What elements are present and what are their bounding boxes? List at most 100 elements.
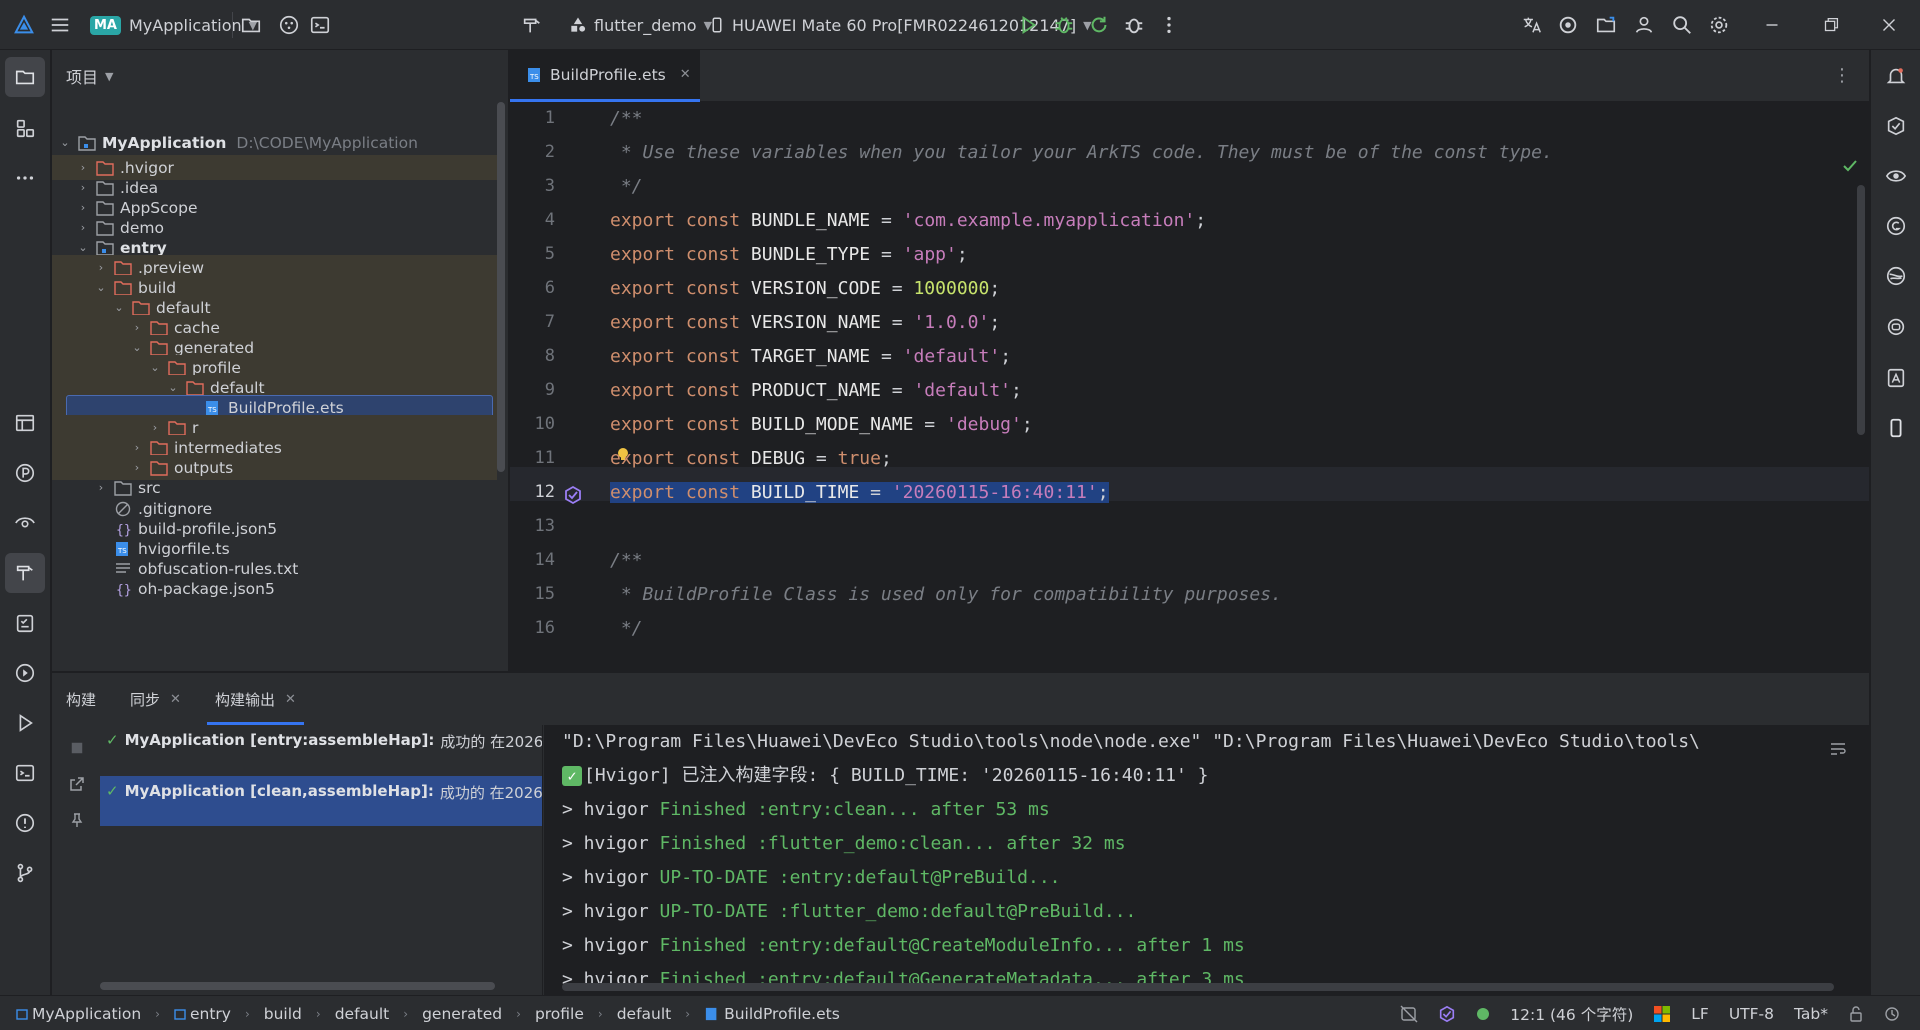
services-icon[interactable] <box>5 653 45 693</box>
breadcrumb-item[interactable]: profile <box>535 1005 584 1023</box>
run-config-select[interactable]: flutter_demo ▼ <box>568 0 712 50</box>
no-problems-check-icon[interactable] <box>1842 158 1858 174</box>
arkui-inspector-icon[interactable] <box>1876 106 1916 146</box>
task-list-hscrollbar[interactable] <box>100 982 495 990</box>
main-menu-icon[interactable] <box>46 11 74 39</box>
tree-item[interactable]: {} oh-package.json5 <box>52 576 497 601</box>
run-panel-icon[interactable] <box>5 703 45 743</box>
more-vertical-icon[interactable]: ⋮ <box>1833 65 1851 86</box>
arkts-status-icon[interactable] <box>1438 1005 1456 1023</box>
gear-icon[interactable] <box>1705 11 1733 39</box>
breadcrumb-item[interactable]: generated <box>422 1005 502 1023</box>
editor-scrollbar[interactable] <box>1857 185 1865 435</box>
tab-build[interactable]: 构建 <box>66 673 96 725</box>
tab-build-output[interactable]: 构建输出 ✕ <box>206 673 304 725</box>
close-tab-icon[interactable]: ✕ <box>680 67 691 82</box>
gradle-icon[interactable] <box>1876 206 1916 246</box>
cursor-position[interactable]: 12:1 (46 个字符) <box>1510 1003 1633 1025</box>
file-encoding[interactable]: UTF-8 <box>1729 1005 1774 1023</box>
terminal-icon[interactable] <box>306 11 334 39</box>
settings-widget-icon[interactable] <box>1884 1006 1900 1022</box>
chevron-right-icon[interactable]: › <box>130 461 144 474</box>
tree-root[interactable]: ⌄ MyApplication D:\CODE\MyApplication <box>52 130 497 155</box>
power-save-icon[interactable] <box>1400 1005 1418 1023</box>
resource-icon[interactable] <box>1876 358 1916 398</box>
previewer-eye-icon[interactable] <box>1876 156 1916 196</box>
chevron-right-icon[interactable]: › <box>76 221 90 234</box>
search-icon[interactable] <box>1668 11 1696 39</box>
structure-icon[interactable] <box>5 108 45 148</box>
soft-wrap-icon[interactable] <box>1829 741 1847 761</box>
folder-icon[interactable] <box>237 11 265 39</box>
stop-icon[interactable] <box>64 735 90 761</box>
build-task-item-selected[interactable]: ✓ MyApplication [clean,assembleHap]: 成功的… <box>100 776 542 826</box>
chevron-down-icon[interactable]: ⌄ <box>112 301 126 314</box>
problems-icon[interactable] <box>5 803 45 843</box>
robot-icon[interactable] <box>1876 306 1916 346</box>
chevron-down-icon[interactable]: ⌄ <box>76 241 90 254</box>
breadcrumb-item[interactable]: default <box>335 1005 390 1023</box>
codegenie-icon[interactable] <box>1876 256 1916 296</box>
pin-icon[interactable] <box>64 807 90 833</box>
breadcrumb-item[interactable]: default <box>617 1005 672 1023</box>
chevron-right-icon[interactable]: › <box>94 481 108 494</box>
chevron-right-icon[interactable]: › <box>130 321 144 334</box>
hammer-build-icon[interactable] <box>518 11 546 39</box>
breadcrumb-item[interactable]: MyApplication <box>16 1005 141 1023</box>
preview-eye-icon[interactable] <box>5 503 45 543</box>
connection-status-dot-icon[interactable] <box>1476 1007 1490 1021</box>
more-horizontal-icon[interactable] <box>5 158 45 198</box>
build-task-item[interactable]: ✓ MyApplication [entry:assembleHap]: 成功的… <box>100 725 542 775</box>
breadcrumb-item[interactable]: build <box>264 1005 302 1023</box>
project-structure-icon[interactable] <box>1592 11 1620 39</box>
lightbulb-icon[interactable] <box>616 447 630 461</box>
build-output-console[interactable]: "D:\Program Files\Huawei\DevEco Studio\t… <box>544 725 1869 996</box>
apply-changes-icon[interactable] <box>1085 11 1113 39</box>
device-manager-icon[interactable] <box>1876 408 1916 448</box>
git-branch-icon[interactable] <box>5 853 45 893</box>
chevron-down-icon[interactable]: ⌄ <box>148 361 162 374</box>
open-external-icon[interactable] <box>64 771 90 797</box>
chevron-down-icon[interactable]: ⌄ <box>130 341 144 354</box>
breadcrumb-item[interactable]: BuildProfile.ets <box>704 1005 840 1023</box>
restore-icon[interactable] <box>1817 11 1845 39</box>
debug-icon[interactable] <box>1050 11 1078 39</box>
breadcrumb-item[interactable]: entry <box>174 1005 231 1023</box>
close-tab-icon[interactable]: ✕ <box>285 692 296 707</box>
chevron-right-icon[interactable]: › <box>76 201 90 214</box>
more-vertical-icon[interactable] <box>1155 11 1183 39</box>
close-tab-icon[interactable]: ✕ <box>170 692 181 707</box>
code-area[interactable]: /** * Use these variables when you tailo… <box>610 102 1860 671</box>
chevron-right-icon[interactable]: › <box>76 181 90 194</box>
chevron-right-icon[interactable]: › <box>148 421 162 434</box>
indent-setting[interactable]: Tab* <box>1794 1005 1828 1023</box>
minimize-icon[interactable] <box>1758 11 1786 39</box>
translate-icon[interactable] <box>1518 11 1546 39</box>
chevron-right-icon[interactable]: › <box>94 261 108 274</box>
account-icon[interactable] <box>1630 11 1658 39</box>
chevron-down-icon[interactable]: ⌄ <box>166 381 180 394</box>
attach-debugger-icon[interactable] <box>1120 11 1148 39</box>
windows-logo-icon[interactable] <box>1653 1005 1671 1023</box>
project-scrollbar[interactable] <box>497 102 505 472</box>
chevron-down-icon[interactable]: ⌄ <box>94 281 108 294</box>
editor-tab-active[interactable]: TS BuildProfile.ets ✕ <box>510 50 700 102</box>
line-ending[interactable]: LF <box>1691 1005 1709 1023</box>
lock-unlocked-icon[interactable] <box>1848 1005 1864 1022</box>
close-icon[interactable] <box>1875 11 1903 39</box>
project-folder-icon[interactable] <box>5 57 45 97</box>
table-icon[interactable] <box>5 403 45 443</box>
chevron-down-icon[interactable]: ⌄ <box>58 136 72 149</box>
todo-icon[interactable] <box>5 603 45 643</box>
arkts-gutter-icon[interactable] <box>563 485 583 505</box>
tab-sync[interactable]: 同步 ✕ <box>130 673 181 725</box>
ai-assistant-icon[interactable] <box>1554 11 1582 39</box>
build-hammer-icon[interactable] <box>5 553 45 593</box>
chevron-right-icon[interactable]: › <box>76 161 90 174</box>
run-icon[interactable] <box>1014 11 1042 39</box>
project-panel-header[interactable]: 项目 ▼ <box>52 50 508 102</box>
profiler-icon[interactable] <box>5 453 45 493</box>
devices-icon[interactable] <box>275 11 303 39</box>
chevron-right-icon[interactable]: › <box>130 441 144 454</box>
console-hscrollbar[interactable] <box>562 983 1834 991</box>
